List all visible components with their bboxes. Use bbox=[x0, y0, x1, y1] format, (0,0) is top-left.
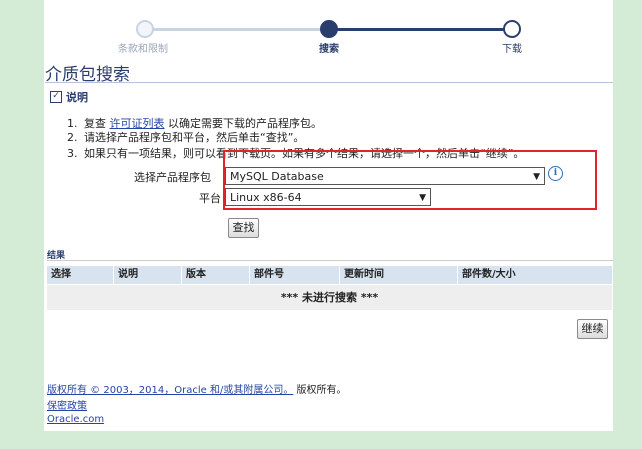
instruction-item-2: 2. 请选择产品程序包和平台，然后单击“查找”。 bbox=[67, 131, 305, 144]
privacy-policy-link[interactable]: 保密政策 bbox=[47, 401, 87, 412]
footer-copyright: 版权所有 © 2003，2014，Oracle 和/或其附属公司。 版权所有。 bbox=[47, 381, 347, 396]
column-header-updated: 更新时间 bbox=[339, 266, 457, 284]
continue-button[interactable]: 继续 bbox=[577, 319, 608, 339]
column-header-select: 选择 bbox=[51, 269, 71, 280]
copyright-link[interactable]: 版权所有 © 2003，2014，Oracle 和/或其附属公司。 bbox=[47, 385, 293, 396]
footer-privacy: 保密政策 bbox=[47, 397, 87, 412]
train-track-next bbox=[335, 28, 512, 31]
train-step-node-download bbox=[503, 20, 521, 38]
column-header-parts-size: 部件数/大小 bbox=[457, 266, 612, 284]
highlight-box bbox=[223, 150, 597, 210]
train-track-done bbox=[145, 28, 335, 31]
column-header-part-number: 部件号 bbox=[249, 266, 339, 284]
train-step-label-terms[interactable]: 条款和限制 bbox=[118, 40, 168, 55]
title-divider bbox=[45, 82, 613, 83]
platform-label: 平台 bbox=[199, 192, 221, 205]
search-button[interactable]: 查找 bbox=[228, 218, 259, 238]
results-table-header: 选择 说明 版本 部件号 更新时间 部件数/大小 bbox=[47, 266, 612, 284]
train-step-node-terms[interactable] bbox=[136, 20, 154, 38]
instruction-item-1: 1. 复查 许可证列表 以确定需要下载的产品程序包。 bbox=[67, 117, 322, 130]
train-step-label-download: 下载 bbox=[502, 44, 522, 55]
instructions-header-label: 说明 bbox=[66, 91, 88, 104]
train-step-label-search: 搜索 bbox=[319, 44, 339, 55]
footer-oracle: Oracle.com bbox=[47, 414, 104, 425]
process-train: 条款和限制 搜索 下载 bbox=[0, 0, 642, 56]
column-header-version: 版本 bbox=[181, 266, 249, 284]
instructions-header: ✓ 说明 bbox=[50, 89, 88, 105]
copyright-suffix: 版权所有。 bbox=[296, 385, 347, 396]
check-icon: ✓ bbox=[50, 91, 62, 103]
product-package-label: 选择产品程序包 bbox=[134, 171, 211, 184]
results-empty-row: *** 未进行搜索 *** bbox=[47, 285, 612, 310]
oracle-com-link[interactable]: Oracle.com bbox=[47, 414, 104, 425]
column-header-description: 说明 bbox=[113, 266, 181, 284]
train-step-node-search bbox=[320, 20, 338, 38]
results-divider bbox=[47, 260, 613, 261]
license-list-link[interactable]: 许可证列表 bbox=[110, 117, 165, 130]
